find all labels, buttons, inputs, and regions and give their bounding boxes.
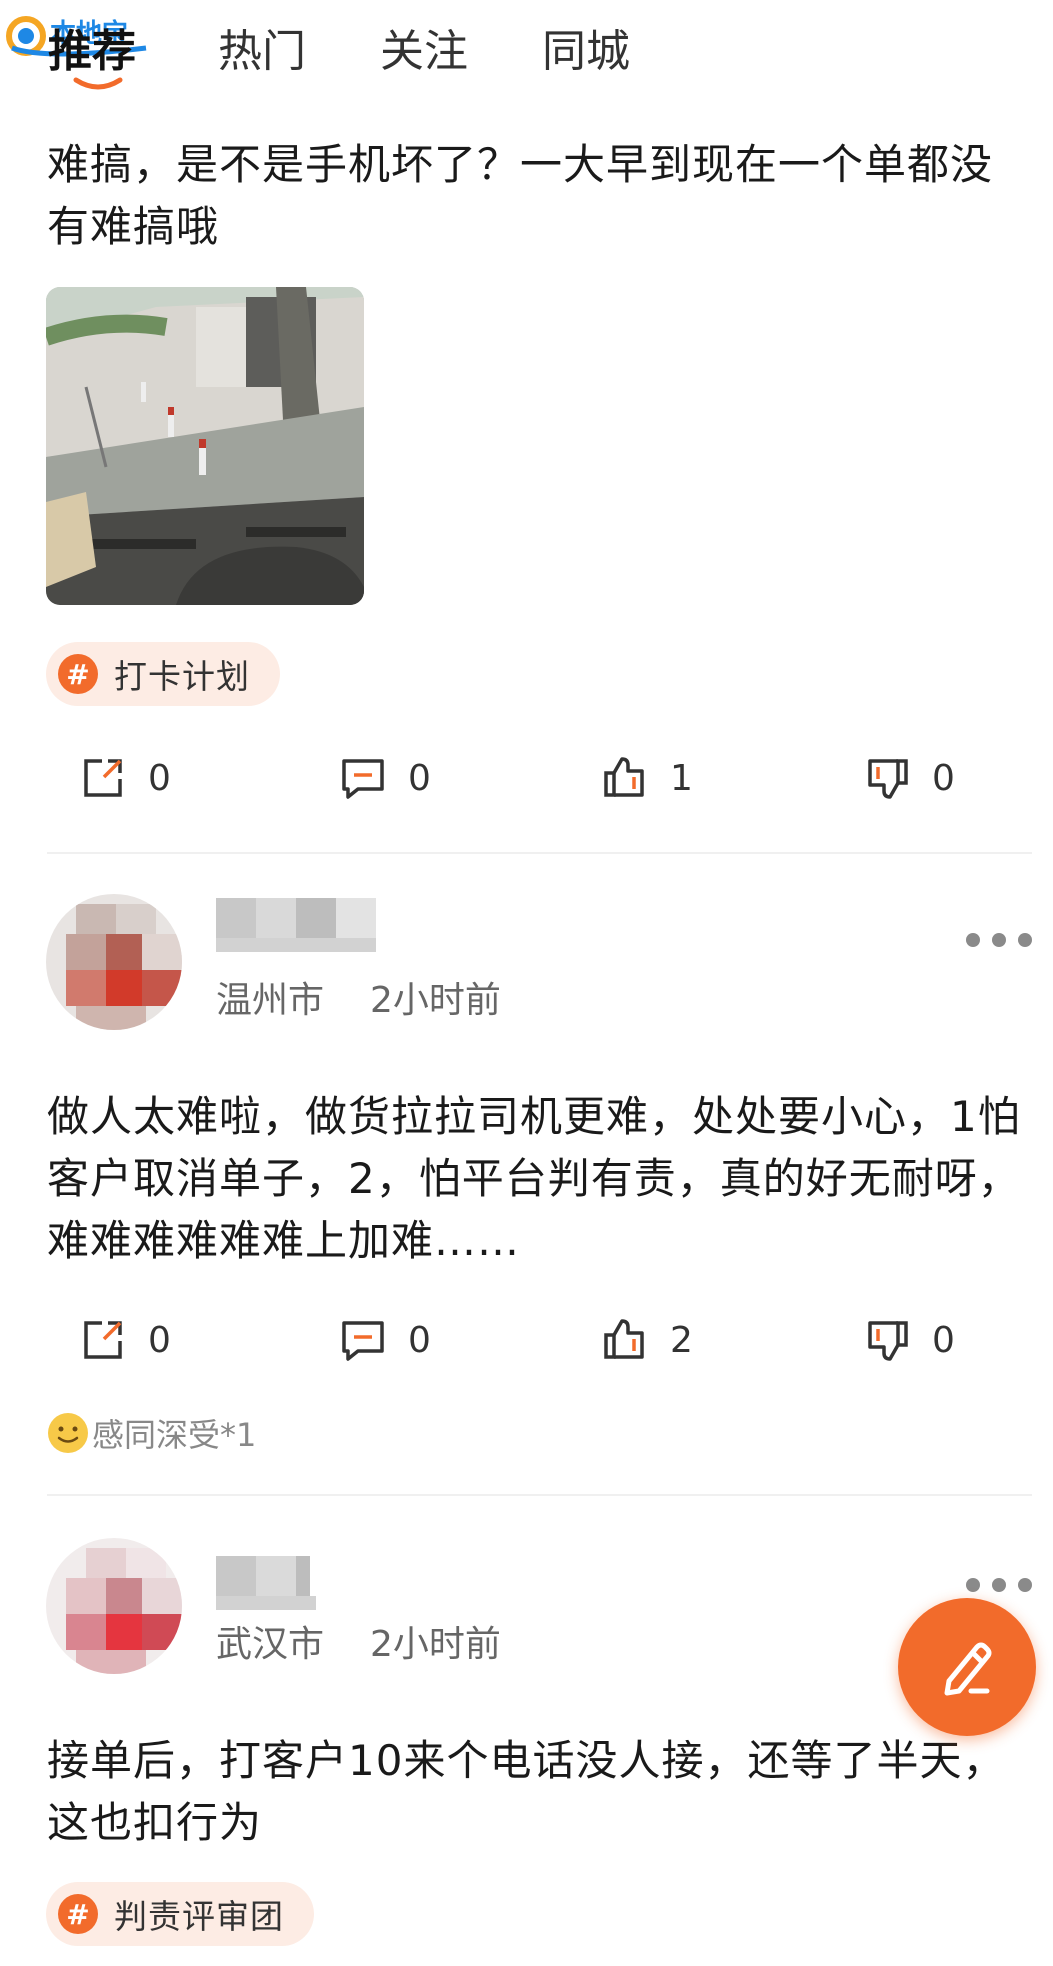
post-2-text[interactable]: 做人太难啦，做货拉拉司机更难，处处要小心，1怕客户取消单子，2，怕平台判有责，真… (47, 1086, 1027, 1272)
comment-icon (342, 1321, 384, 1361)
thumbs-up-icon (604, 757, 644, 797)
comment-button[interactable]: 0 (340, 748, 431, 808)
post-divider (47, 1494, 1032, 1496)
like-button[interactable]: 1 (602, 748, 693, 808)
location-label: 武汉市 (216, 1624, 325, 1665)
dashcam-photo-image (46, 287, 364, 605)
avatar[interactable] (46, 1538, 182, 1674)
username-blurred (216, 1556, 316, 1610)
tab-following[interactable]: 关注 (380, 22, 468, 82)
dislike-button[interactable]: 0 (864, 748, 955, 808)
hashtag-icon: # (58, 1894, 98, 1934)
post-divider (47, 852, 1032, 854)
post-1-photo[interactable] (46, 287, 364, 605)
avatar[interactable] (46, 894, 182, 1030)
avatar-image (46, 894, 182, 1030)
comment-icon (342, 759, 384, 799)
avatar-image (46, 1538, 182, 1674)
tab-recommend[interactable]: 推荐 (48, 22, 136, 82)
topic-chip[interactable]: # 判责评审团 (46, 1882, 314, 1946)
comment-count: 0 (408, 1319, 431, 1361)
post-3-text[interactable]: 接单后，打客户10来个电话没人接，还等了半天，这也扣行为 (47, 1730, 1027, 1854)
thumbs-down-icon (868, 1321, 908, 1361)
topic-label: 打卡计划 (114, 657, 250, 696)
topic-label: 判责评审团 (114, 1897, 284, 1936)
more-dots-icon (966, 1578, 980, 1592)
like-count: 2 (670, 1319, 693, 1361)
reaction-summary[interactable]: 感同深受*1 (46, 1408, 256, 1458)
thumbs-up-icon (604, 1319, 644, 1359)
tab-hot[interactable]: 热门 (218, 22, 306, 82)
more-options-button[interactable] (966, 925, 1032, 955)
compose-button[interactable] (898, 1598, 1036, 1736)
smile-emoji-icon (48, 1413, 88, 1453)
username[interactable] (216, 1556, 376, 1614)
thumbs-down-icon (868, 759, 908, 799)
tab-local[interactable]: 同城 (542, 22, 630, 82)
more-dot (1018, 1578, 1032, 1592)
more-dot (1018, 933, 1032, 947)
share-count: 0 (148, 757, 171, 799)
more-options-button[interactable] (966, 1570, 1032, 1600)
timestamp: 2小时前 (370, 980, 501, 1021)
dislike-count: 0 (932, 757, 955, 799)
post-1-action-bar: 0 0 1 0 (0, 748, 1053, 808)
post-2-meta: 温州市 2小时前 (216, 976, 501, 1026)
location-label: 温州市 (216, 980, 325, 1021)
hashtag-icon: # (58, 654, 98, 694)
more-dots-icon (966, 933, 980, 947)
comment-count: 0 (408, 757, 431, 799)
share-icon (84, 1321, 122, 1359)
share-button[interactable]: 0 (80, 748, 171, 808)
active-tab-indicator (73, 77, 123, 90)
topic-chip[interactable]: # 打卡计划 (46, 642, 280, 706)
share-count: 0 (148, 1319, 171, 1361)
like-count: 1 (670, 757, 693, 799)
share-button[interactable]: 0 (80, 1310, 171, 1370)
pencil-icon (944, 1642, 992, 1696)
username[interactable] (216, 898, 376, 956)
more-dot (992, 1578, 1006, 1592)
post-2-action-bar: 0 0 2 0 (0, 1310, 1053, 1370)
reaction-text: 感同深受*1 (92, 1416, 257, 1454)
more-dot (992, 933, 1006, 947)
dislike-button[interactable]: 0 (864, 1310, 955, 1370)
post-3-meta: 武汉市 2小时前 (216, 1620, 501, 1670)
top-tab-bar: 本地宝 推荐 热门 关注 同城 (0, 0, 1053, 100)
post-1-text[interactable]: 难搞，是不是手机坏了？一大早到现在一个单都没有难搞哦 (47, 134, 1027, 258)
comment-button[interactable]: 0 (340, 1310, 431, 1370)
timestamp: 2小时前 (370, 1624, 501, 1665)
username-blurred (216, 898, 376, 952)
like-button[interactable]: 2 (602, 1310, 693, 1370)
share-icon (84, 759, 122, 797)
dislike-count: 0 (932, 1319, 955, 1361)
